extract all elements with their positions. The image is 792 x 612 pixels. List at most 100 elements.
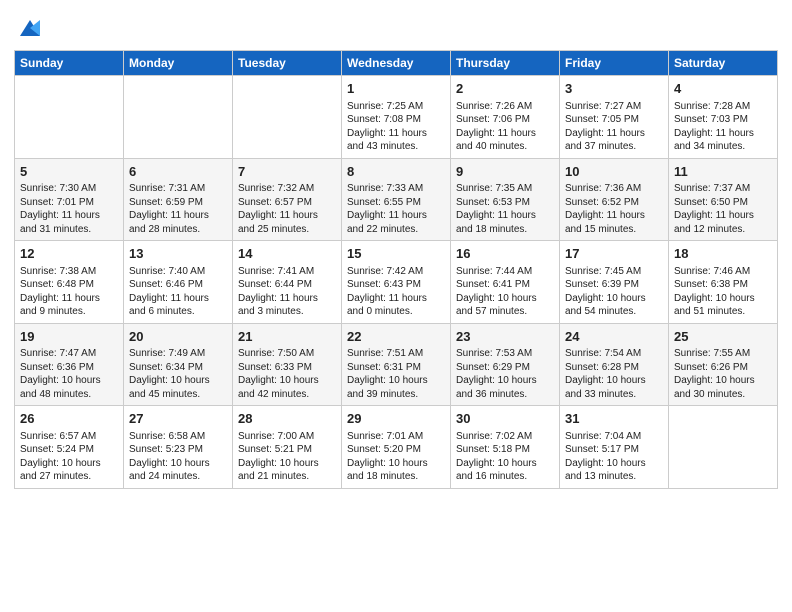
day-info: Daylight: 11 hours (565, 127, 663, 141)
calendar-cell: 7Sunrise: 7:32 AMSunset: 6:57 PMDaylight… (233, 158, 342, 241)
day-info: Daylight: 11 hours (456, 127, 554, 141)
calendar-week-row: 1Sunrise: 7:25 AMSunset: 7:08 PMDaylight… (15, 76, 778, 159)
day-info: Sunset: 7:08 PM (347, 113, 445, 127)
day-info: and 48 minutes. (20, 388, 118, 402)
day-info: Sunrise: 7:40 AM (129, 265, 227, 279)
day-info: Daylight: 10 hours (674, 374, 772, 388)
day-info: Sunrise: 7:35 AM (456, 182, 554, 196)
day-number: 6 (129, 163, 227, 181)
day-info: Sunset: 6:31 PM (347, 361, 445, 375)
day-info: and 27 minutes. (20, 470, 118, 484)
day-info: Sunrise: 7:30 AM (20, 182, 118, 196)
day-number: 10 (565, 163, 663, 181)
day-info: and 31 minutes. (20, 223, 118, 237)
calendar-week-row: 26Sunrise: 6:57 AMSunset: 5:24 PMDayligh… (15, 406, 778, 489)
day-info: Sunset: 7:01 PM (20, 196, 118, 210)
day-info: Sunrise: 7:41 AM (238, 265, 336, 279)
day-number: 4 (674, 80, 772, 98)
day-info: and 18 minutes. (347, 470, 445, 484)
day-info: Sunrise: 7:00 AM (238, 430, 336, 444)
day-number: 25 (674, 328, 772, 346)
day-number: 24 (565, 328, 663, 346)
day-info: Daylight: 11 hours (347, 292, 445, 306)
day-number: 11 (674, 163, 772, 181)
day-info: Daylight: 10 hours (674, 292, 772, 306)
day-info: and 45 minutes. (129, 388, 227, 402)
day-info: Sunset: 6:43 PM (347, 278, 445, 292)
calendar-cell: 15Sunrise: 7:42 AMSunset: 6:43 PMDayligh… (342, 241, 451, 324)
calendar-cell: 11Sunrise: 7:37 AMSunset: 6:50 PMDayligh… (669, 158, 778, 241)
day-header-sunday: Sunday (15, 51, 124, 76)
calendar-cell: 6Sunrise: 7:31 AMSunset: 6:59 PMDaylight… (124, 158, 233, 241)
day-info: Sunset: 6:57 PM (238, 196, 336, 210)
day-info: Sunrise: 7:02 AM (456, 430, 554, 444)
calendar-cell: 25Sunrise: 7:55 AMSunset: 6:26 PMDayligh… (669, 323, 778, 406)
calendar-cell: 12Sunrise: 7:38 AMSunset: 6:48 PMDayligh… (15, 241, 124, 324)
day-number: 23 (456, 328, 554, 346)
day-info: Sunset: 5:21 PM (238, 443, 336, 457)
day-info: Sunset: 6:39 PM (565, 278, 663, 292)
day-info: Sunset: 5:23 PM (129, 443, 227, 457)
calendar-cell: 18Sunrise: 7:46 AMSunset: 6:38 PMDayligh… (669, 241, 778, 324)
day-header-thursday: Thursday (451, 51, 560, 76)
day-info: and 15 minutes. (565, 223, 663, 237)
logo-icon (16, 14, 44, 42)
day-info: Sunset: 6:33 PM (238, 361, 336, 375)
day-info: Sunset: 6:53 PM (456, 196, 554, 210)
day-info: and 22 minutes. (347, 223, 445, 237)
day-info: Sunrise: 7:31 AM (129, 182, 227, 196)
day-info: and 37 minutes. (565, 140, 663, 154)
day-info: Daylight: 11 hours (674, 209, 772, 223)
calendar-cell: 26Sunrise: 6:57 AMSunset: 5:24 PMDayligh… (15, 406, 124, 489)
calendar-cell (15, 76, 124, 159)
day-info: Sunset: 6:48 PM (20, 278, 118, 292)
day-number: 1 (347, 80, 445, 98)
day-number: 3 (565, 80, 663, 98)
calendar-cell: 3Sunrise: 7:27 AMSunset: 7:05 PMDaylight… (560, 76, 669, 159)
day-info: Daylight: 10 hours (20, 457, 118, 471)
day-info: Daylight: 10 hours (456, 292, 554, 306)
day-info: and 40 minutes. (456, 140, 554, 154)
day-info: Sunrise: 7:37 AM (674, 182, 772, 196)
day-info: Sunrise: 7:46 AM (674, 265, 772, 279)
calendar-cell: 24Sunrise: 7:54 AMSunset: 6:28 PMDayligh… (560, 323, 669, 406)
page-header (14, 10, 778, 42)
calendar-cell: 16Sunrise: 7:44 AMSunset: 6:41 PMDayligh… (451, 241, 560, 324)
day-info: Sunset: 6:44 PM (238, 278, 336, 292)
day-info: Sunset: 5:18 PM (456, 443, 554, 457)
day-info: Daylight: 10 hours (347, 374, 445, 388)
day-info: Sunset: 6:55 PM (347, 196, 445, 210)
day-info: Daylight: 11 hours (129, 292, 227, 306)
day-number: 14 (238, 245, 336, 263)
day-info: Daylight: 11 hours (347, 209, 445, 223)
day-info: Daylight: 10 hours (129, 457, 227, 471)
day-info: Daylight: 10 hours (565, 457, 663, 471)
day-info: Sunset: 7:03 PM (674, 113, 772, 127)
day-info: and 18 minutes. (456, 223, 554, 237)
day-info: Daylight: 10 hours (565, 292, 663, 306)
calendar-cell: 9Sunrise: 7:35 AMSunset: 6:53 PMDaylight… (451, 158, 560, 241)
calendar-cell: 17Sunrise: 7:45 AMSunset: 6:39 PMDayligh… (560, 241, 669, 324)
calendar-header-row: SundayMondayTuesdayWednesdayThursdayFrid… (15, 51, 778, 76)
day-info: Sunrise: 7:36 AM (565, 182, 663, 196)
day-info: and 33 minutes. (565, 388, 663, 402)
day-info: Sunset: 6:34 PM (129, 361, 227, 375)
day-header-wednesday: Wednesday (342, 51, 451, 76)
calendar-cell: 29Sunrise: 7:01 AMSunset: 5:20 PMDayligh… (342, 406, 451, 489)
day-number: 16 (456, 245, 554, 263)
calendar-cell (124, 76, 233, 159)
page-container: SundayMondayTuesdayWednesdayThursdayFrid… (0, 0, 792, 499)
calendar-cell: 13Sunrise: 7:40 AMSunset: 6:46 PMDayligh… (124, 241, 233, 324)
calendar-cell: 19Sunrise: 7:47 AMSunset: 6:36 PMDayligh… (15, 323, 124, 406)
calendar-cell: 28Sunrise: 7:00 AMSunset: 5:21 PMDayligh… (233, 406, 342, 489)
day-info: Sunrise: 7:53 AM (456, 347, 554, 361)
day-info: Daylight: 11 hours (20, 209, 118, 223)
day-info: Daylight: 11 hours (347, 127, 445, 141)
calendar-cell: 10Sunrise: 7:36 AMSunset: 6:52 PMDayligh… (560, 158, 669, 241)
day-number: 30 (456, 410, 554, 428)
day-number: 22 (347, 328, 445, 346)
day-info: Sunrise: 7:25 AM (347, 100, 445, 114)
day-info: Sunset: 6:52 PM (565, 196, 663, 210)
day-number: 27 (129, 410, 227, 428)
day-info: and 3 minutes. (238, 305, 336, 319)
